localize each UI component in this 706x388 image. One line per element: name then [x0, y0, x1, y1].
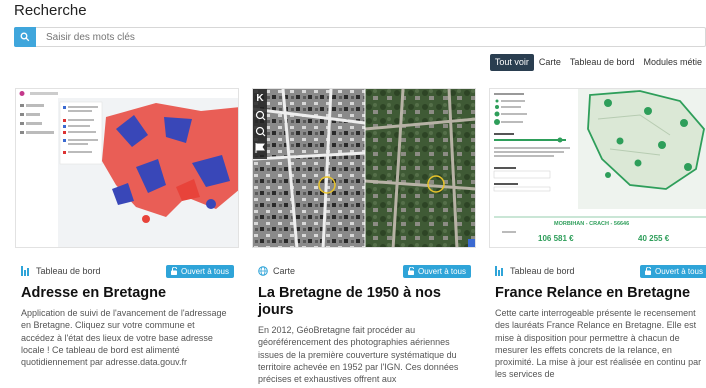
unlock-icon — [644, 267, 651, 275]
card-title[interactable]: France Relance en Bretagne — [495, 285, 706, 302]
thumb-amount-1: 106 581 € — [538, 234, 574, 243]
search-icon — [20, 32, 30, 41]
card-thumbnail[interactable] — [15, 88, 239, 248]
page-title: Recherche — [14, 2, 87, 19]
card-description: Cette carte interrogeable présente le re… — [495, 308, 702, 380]
card-thumbnail[interactable]: MORBIHAN - CRACH - 56646 106 581 € 40 25… — [489, 88, 706, 248]
relance-dashboard-preview-image: MORBIHAN - CRACH - 56646 106 581 € 40 25… — [490, 89, 706, 247]
filter-all[interactable]: Tout voir — [489, 54, 534, 71]
card-type: Tableau de bord — [495, 266, 575, 276]
card-description: En 2012, GéoBretagne fait procéder au gé… — [258, 325, 459, 385]
filter-business-modules[interactable]: Modules métie — [639, 54, 706, 71]
search-button[interactable] — [14, 26, 36, 47]
thumb-location-text: MORBIHAN - CRACH - 56646 — [554, 221, 629, 227]
globe-icon — [258, 266, 268, 276]
aerial-photo-comparison-image: K — [253, 89, 475, 247]
search-bar — [14, 26, 706, 47]
filter-map[interactable]: Carte — [535, 54, 565, 71]
access-badge: Ouvert à tous — [402, 264, 471, 278]
result-card[interactable]: MORBIHAN - CRACH - 56646 106 581 € 40 25… — [489, 88, 706, 388]
search-input[interactable] — [46, 31, 646, 43]
filter-tabs: Tout voir Carte Tableau de bord Modules … — [489, 54, 706, 71]
dashboard-icon — [21, 266, 31, 276]
unlock-icon — [170, 267, 177, 275]
result-card[interactable]: K Carte Ouvert à tous La Bretagne de 195… — [252, 88, 476, 388]
dashboard-preview-image — [16, 89, 238, 247]
access-badge: Ouvert à tous — [165, 264, 234, 278]
dashboard-icon — [495, 266, 505, 276]
card-title[interactable]: La Bretagne de 1950 à nos jours — [258, 285, 470, 319]
card-thumbnail[interactable]: K — [252, 88, 476, 248]
card-title[interactable]: Adresse en Bretagne — [21, 285, 233, 302]
result-card[interactable]: Tableau de bord Ouvert à tous Adresse en… — [15, 88, 239, 388]
card-type: Tableau de bord — [21, 266, 101, 276]
thumb-amount-2: 40 255 € — [638, 234, 670, 243]
card-description: Application de suivi de l'avancement de … — [21, 308, 227, 368]
access-badge: Ouvert à tous — [639, 264, 706, 278]
filter-dashboard[interactable]: Tableau de bord — [566, 54, 639, 71]
card-type: Carte — [258, 266, 295, 276]
svg-text:K: K — [256, 93, 264, 104]
unlock-icon — [407, 267, 414, 275]
